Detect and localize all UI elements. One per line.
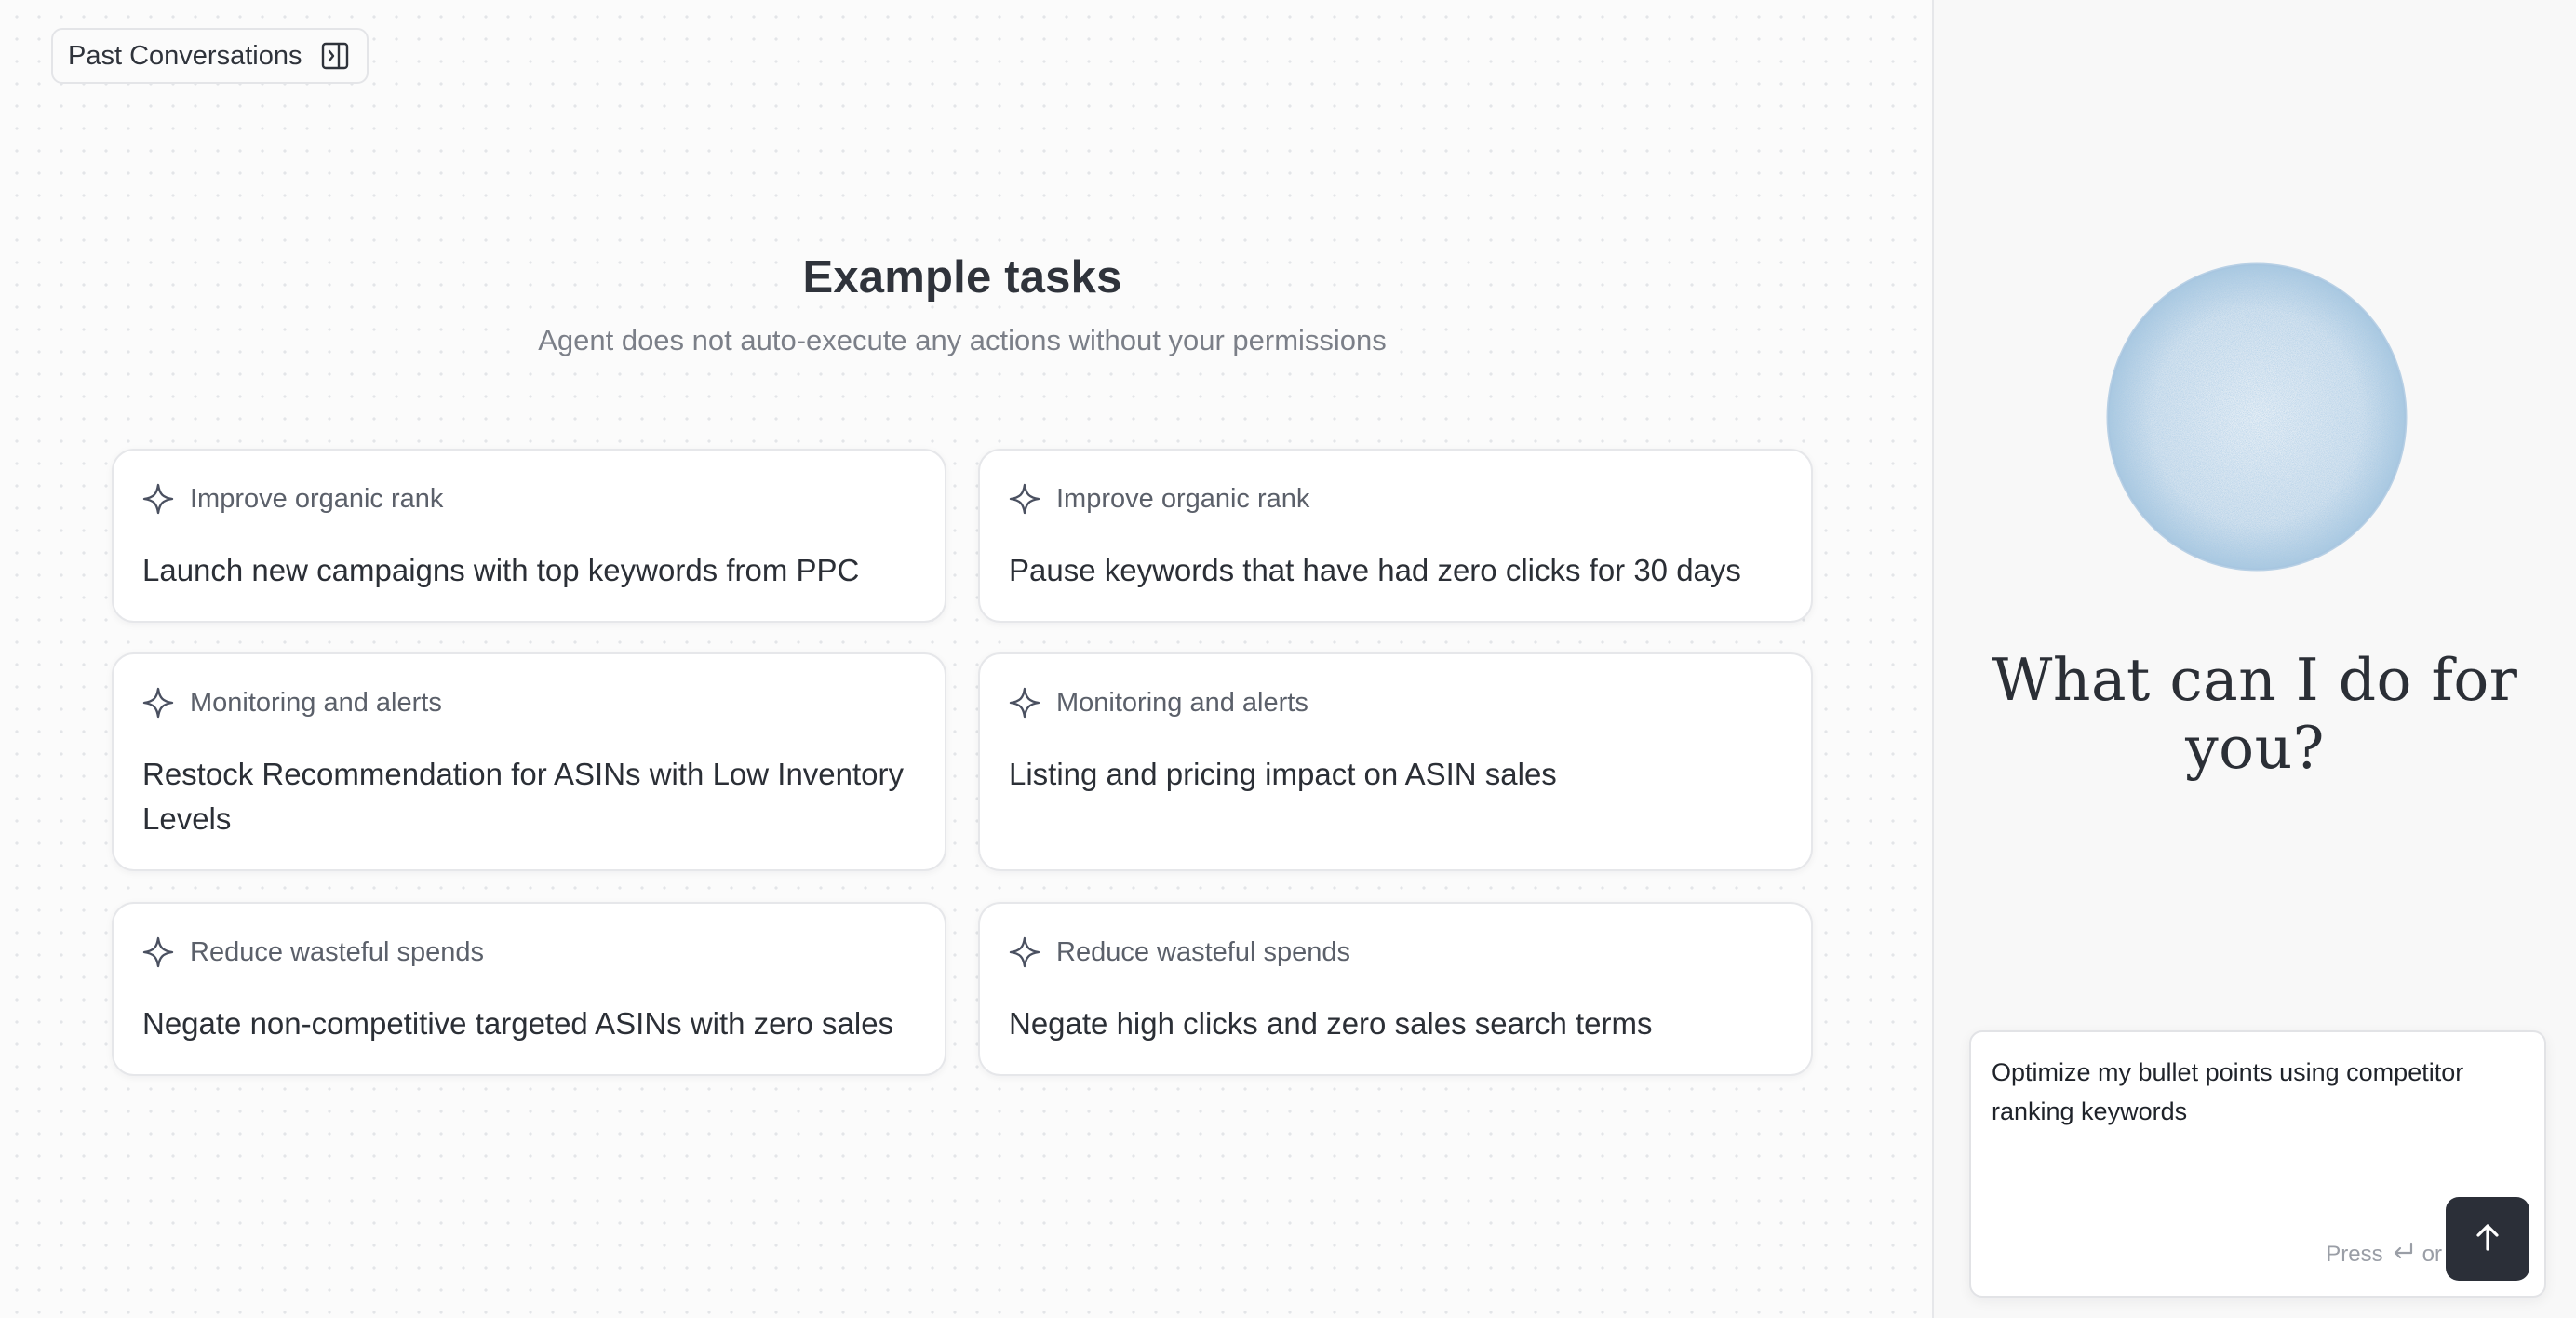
card-title: Negate non-competitive targeted ASINs wi…	[142, 1006, 894, 1041]
card-category: Improve organic rank	[1008, 482, 1309, 516]
card-category-label: Improve organic rank	[190, 483, 444, 514]
enter-key-icon	[2391, 1241, 2415, 1268]
sparkle-icon	[1008, 686, 1041, 720]
card-title: Restock Recommendation for ASINs with Lo…	[142, 757, 905, 836]
send-hint: Press or	[2326, 1241, 2442, 1268]
card-title: Negate high clicks and zero sales search…	[1009, 1006, 1653, 1041]
past-conversations-label: Past Conversations	[68, 40, 302, 71]
example-task-card[interactable]: Monitoring and alerts Listing and pricin…	[978, 652, 1813, 871]
page-subtitle: Agent does not auto-execute any actions …	[529, 324, 1396, 357]
card-title: Launch new campaigns with top keywords f…	[142, 553, 860, 587]
card-category-label: Reduce wasteful spends	[1056, 936, 1350, 967]
card-category-label: Reduce wasteful spends	[190, 936, 484, 967]
example-tasks-header: Example tasks Agent does not auto-execut…	[0, 251, 1925, 357]
card-category: Reduce wasteful spends	[1008, 935, 1350, 969]
hint-press-label: Press	[2326, 1241, 2383, 1267]
card-category: Monitoring and alerts	[1008, 686, 1308, 720]
sidebar-panel-icon	[320, 41, 350, 71]
card-title: Listing and pricing impact on ASIN sales	[1009, 757, 1557, 791]
example-task-card[interactable]: Reduce wasteful spends Negate high click…	[978, 902, 1813, 1076]
message-composer: Optimize my bullet points using competit…	[1969, 1030, 2546, 1298]
app-root: Past Conversations Example tasks Agent d…	[0, 0, 2576, 1318]
sparkle-icon	[141, 686, 175, 720]
card-category-label: Improve organic rank	[1056, 483, 1310, 514]
example-task-card[interactable]: Monitoring and alerts Restock Recommenda…	[112, 652, 946, 871]
arrow-up-icon	[2472, 1222, 2503, 1257]
send-button[interactable]	[2446, 1197, 2529, 1281]
card-category: Monitoring and alerts	[141, 686, 442, 720]
card-title: Pause keywords that have had zero clicks…	[1009, 553, 1741, 587]
assistant-greeting: What can I do for you?	[1992, 646, 2518, 782]
assistant-panel: What can I do for you? Optimize my bulle…	[1932, 0, 2576, 1318]
example-task-card[interactable]: Reduce wasteful spends Negate non-compet…	[112, 902, 946, 1076]
message-input[interactable]: Optimize my bullet points using competit…	[1992, 1053, 2529, 1183]
sparkle-icon	[141, 935, 175, 969]
example-task-card[interactable]: Improve organic rank Launch new campaign…	[112, 449, 946, 623]
card-category-label: Monitoring and alerts	[190, 687, 442, 718]
sparkle-icon	[1008, 935, 1041, 969]
hint-or-label: or	[2422, 1241, 2442, 1267]
card-category: Reduce wasteful spends	[141, 935, 484, 969]
assistant-orb	[2105, 262, 2408, 572]
example-task-card[interactable]: Improve organic rank Pause keywords that…	[978, 449, 1813, 623]
card-category: Improve organic rank	[141, 482, 443, 516]
sparkle-icon	[1008, 482, 1041, 516]
card-category-label: Monitoring and alerts	[1056, 687, 1308, 718]
sparkle-icon	[141, 482, 175, 516]
main-panel: Past Conversations Example tasks Agent d…	[0, 0, 1932, 1318]
page-title: Example tasks	[789, 251, 1135, 303]
past-conversations-button[interactable]: Past Conversations	[51, 28, 369, 84]
